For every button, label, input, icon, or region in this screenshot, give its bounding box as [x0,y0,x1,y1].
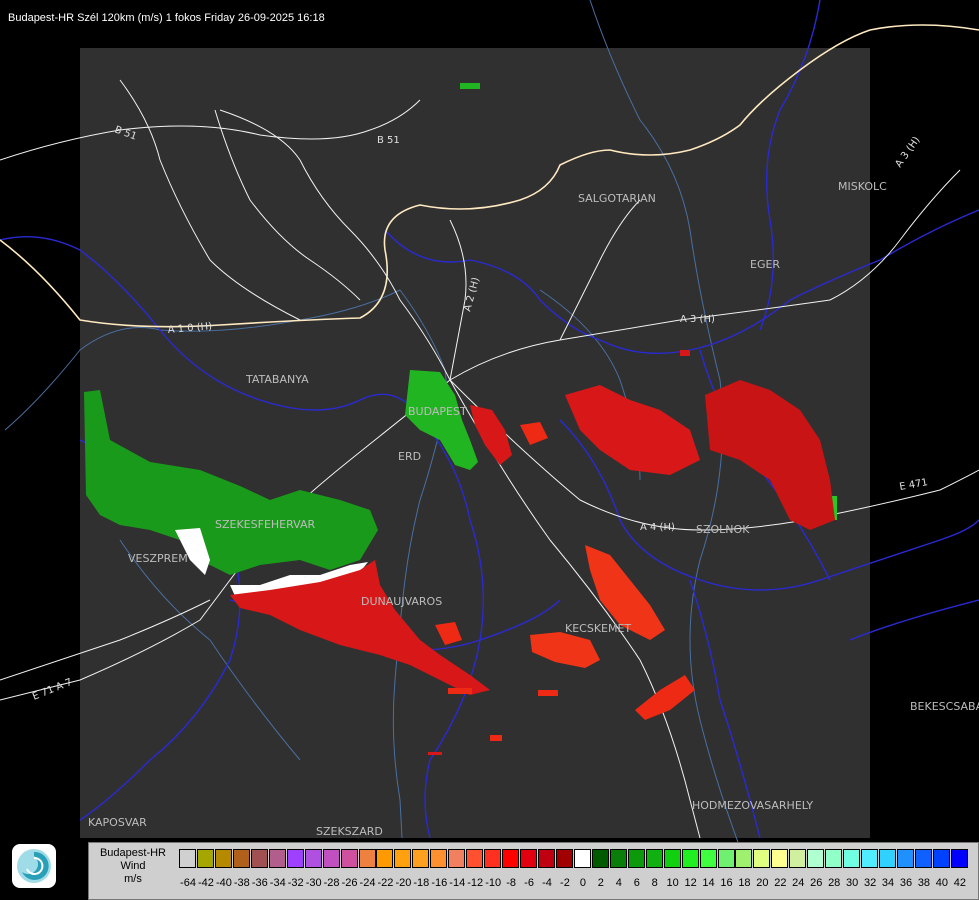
city-label: SZEKSZARD [316,825,383,838]
legend-swatch [484,849,502,868]
city-label: MISKOLC [838,180,887,193]
legend-swatch [394,849,412,868]
city-label: DUNAUJVAROS [361,595,442,608]
legend-swatch [843,849,861,868]
radar-map: B 51 B 51 A 3 (H) A 3 (H) A 4 (H) E 471 … [0,0,979,900]
red-echo-small-6 [428,752,442,755]
legend-swatch [196,849,214,868]
road-label: E 71 A 7 [31,677,74,703]
legend-swatch [735,849,753,868]
red-echo-small-3 [448,688,472,694]
legend-swatch [502,849,520,868]
road-label: A 3 (H) [680,314,715,325]
city-label: VESZPREM [128,552,188,565]
legend-swatch [897,849,914,868]
legend-product: Wind [120,860,146,872]
legend-swatch [932,849,950,868]
legend-swatch [304,849,322,868]
legend-swatch [663,849,681,868]
legend-swatch [914,849,932,868]
legend-swatch [609,849,627,868]
city-label: SZOLNOK [696,523,750,536]
legend-swatch [214,849,232,868]
legend-swatch [573,849,591,868]
legend-unit: m/s [124,873,142,885]
city-label: BUDAPEST [408,405,467,418]
road-label: A 3 (H) [893,135,922,170]
road-label: B 51 [377,135,400,146]
red-echo-small-4 [538,690,558,696]
legend-swatch [286,849,304,868]
red-echo-small-7 [680,350,690,356]
city-label: ERD [398,450,421,463]
red-echo-small-5 [490,735,502,741]
legend-swatch [466,849,484,868]
city-label: HODMEZOVASARHELY [692,799,813,812]
legend-swatch [376,849,394,868]
legend-swatch [771,849,789,868]
legend-swatch [789,849,807,868]
legend-swatch [430,849,448,868]
legend-swatch [250,849,268,868]
legend-label: Budapest-HR Wind m/s [91,847,175,886]
city-label: KECSKEMET [565,622,631,635]
legend-swatch [179,849,196,868]
legend-swatch [753,849,771,868]
legend-swatch [412,849,430,868]
city-label: SZEKESFEHERVAR [215,518,316,531]
legend-swatch [322,849,340,868]
wind-color-legend: Budapest-HR Wind m/s -64 -42 -40 -38 -36 -34-… [88,842,979,900]
city-label: BEKESCSABA [910,700,979,713]
legend-source: Budapest-HR [99,847,167,859]
legend-swatch [861,849,879,868]
city-label: TATABANYA [245,373,309,386]
legend-tick-label: 42 [953,877,966,889]
legend-swatch [699,849,717,868]
city-label: KAPOSVAR [88,816,147,829]
legend-swatch [950,849,968,868]
legend-swatch [232,849,250,868]
legend-swatch [358,849,376,868]
legend-swatch [448,849,466,868]
legend-swatch [591,849,609,868]
road-label: A 4 (H) [640,522,675,533]
legend-swatch [340,849,358,868]
road-label: E 471 [899,477,929,493]
legend-swatch [825,849,843,868]
legend-swatch [627,849,645,868]
legend-swatch [520,849,538,868]
green-echo-north [460,83,480,89]
legend-swatch [879,849,897,868]
city-label: SALGOTARJAN [578,192,656,205]
legend-swatch [807,849,825,868]
legend-swatch [681,849,699,868]
city-label: EGER [750,258,780,271]
legend-swatch [268,849,286,868]
legend-swatch [538,849,555,868]
weather-service-logo-icon [12,844,56,888]
legend-swatch [717,849,735,868]
legend-swatch [555,849,573,868]
legend-swatch [645,849,663,868]
